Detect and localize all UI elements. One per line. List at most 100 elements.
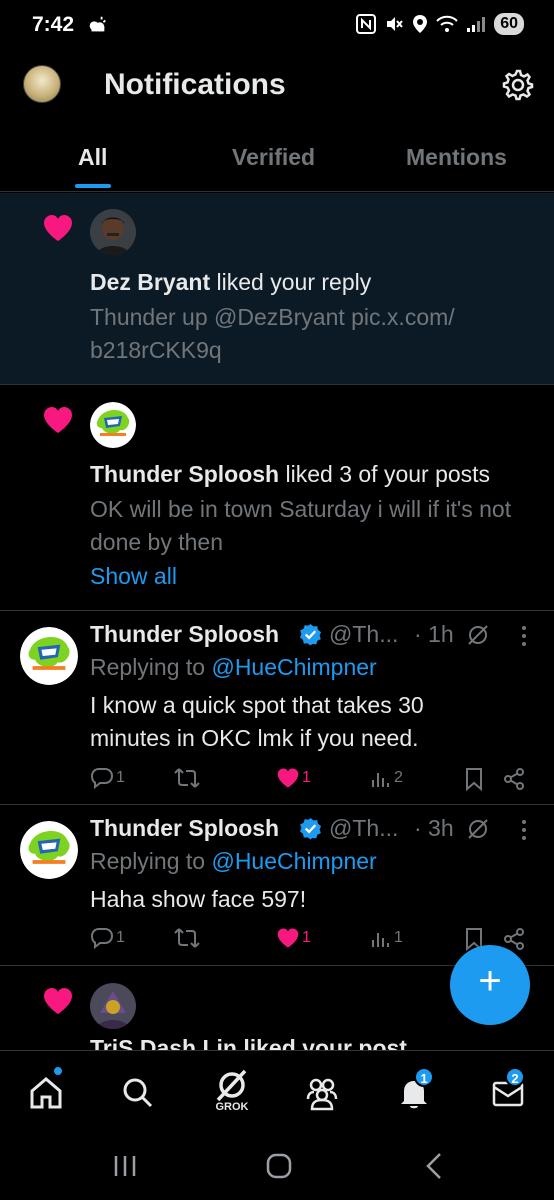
notification-snippet: OK will be in town Saturday i will if it…: [90, 496, 512, 555]
nfc-icon: [356, 14, 377, 34]
bookmark-icon[interactable]: [464, 767, 484, 791]
grok-icon[interactable]: [466, 817, 490, 841]
repost-icon: [174, 928, 200, 948]
repost-button[interactable]: [174, 767, 202, 789]
tab-verified[interactable]: Verified: [232, 144, 315, 171]
reply-count: 1: [116, 769, 125, 786]
more-options-icon[interactable]: [520, 625, 528, 647]
reply-button[interactable]: 1: [90, 767, 125, 789]
show-all-link[interactable]: Show all: [90, 563, 177, 590]
home-icon[interactable]: [26, 1073, 66, 1113]
search-icon[interactable]: [118, 1073, 158, 1113]
status-time: 7:42: [32, 13, 75, 36]
author-handle[interactable]: @Th...: [329, 621, 398, 648]
mute-icon: [387, 17, 403, 31]
notification-action: liked your reply: [210, 269, 372, 295]
back-icon[interactable]: [424, 1152, 444, 1180]
reply-icon: [90, 768, 114, 789]
notification-text: TriS Dash Lin liked your post: [90, 1035, 407, 1050]
notification-item[interactable]: Dez Bryant liked your reply Thunder up @…: [0, 193, 554, 385]
reply-post[interactable]: Thunder Sploosh @Th... · 1h Replying to …: [0, 611, 554, 805]
notification-item[interactable]: Thunder Sploosh liked 3 of your posts OK…: [0, 385, 554, 611]
more-options-icon[interactable]: [520, 819, 528, 841]
views-button[interactable]: 2: [370, 767, 403, 789]
location-icon: [413, 15, 428, 33]
post-body: Haha show face 597!: [90, 886, 307, 912]
reply-icon: [90, 928, 114, 949]
home-system-icon[interactable]: [266, 1153, 292, 1179]
view-count: 2: [394, 769, 403, 786]
compose-button[interactable]: +: [450, 945, 530, 1025]
okc-logo-icon: [20, 821, 78, 879]
heart-icon: [44, 215, 72, 241]
replying-to-link[interactable]: @HueChimpner: [211, 654, 376, 680]
heart-icon: [277, 928, 299, 948]
bottom-nav: GROK 1 2: [0, 1050, 554, 1132]
user-photo-icon: [90, 209, 136, 255]
communities-icon[interactable]: [302, 1073, 342, 1113]
home-notification-dot: [53, 1066, 63, 1076]
post-body: I know a quick spot that takes 30 minute…: [90, 692, 424, 751]
notification-text: Thunder Sploosh liked 3 of your posts: [90, 458, 530, 490]
messages-badge: 2: [505, 1067, 525, 1087]
notification-user[interactable]: Thunder Sploosh: [90, 461, 279, 487]
grok-icon[interactable]: [466, 623, 490, 647]
post-actions: 1 1 2: [90, 767, 530, 795]
okc-logo-icon: [20, 627, 78, 685]
avatar[interactable]: [23, 65, 61, 103]
avatar[interactable]: [20, 627, 78, 685]
like-button[interactable]: 1: [276, 927, 311, 949]
reply-button[interactable]: 1: [90, 927, 125, 949]
gear-icon[interactable]: [502, 69, 534, 101]
grok-label: GROK: [215, 1101, 249, 1113]
notification-snippet: Thunder up @DezBryant pic.x.com/ b218rCK…: [90, 304, 455, 363]
verified-badge-icon: [299, 623, 322, 646]
avatar[interactable]: [20, 821, 78, 879]
verified-badge-icon: [299, 817, 322, 840]
views-icon: [372, 773, 389, 787]
avatar[interactable]: [90, 209, 136, 255]
replying-prefix: Replying to: [90, 654, 212, 680]
user-photo-icon: [90, 983, 136, 1029]
system-nav-bar: [0, 1132, 554, 1200]
reply-post[interactable]: Thunder Sploosh @Th... · 3h Replying to …: [0, 805, 554, 966]
like-button[interactable]: 1: [276, 767, 311, 789]
post-actions: 1 1 1: [90, 927, 530, 955]
author-handle[interactable]: @Th...: [329, 815, 398, 842]
like-count: 1: [302, 769, 311, 786]
post-time: · 1h: [414, 621, 454, 647]
view-count: 1: [394, 929, 403, 946]
wifi-icon: [436, 15, 458, 32]
repost-button[interactable]: [174, 927, 202, 949]
tab-all[interactable]: All: [78, 144, 107, 171]
tab-mentions[interactable]: Mentions: [406, 144, 507, 171]
plus-icon: +: [478, 959, 502, 1003]
heart-icon: [277, 768, 299, 788]
replying-to: Replying to @HueChimpner: [90, 848, 377, 875]
author-name[interactable]: Thunder Sploosh: [90, 815, 279, 842]
author-name[interactable]: Thunder Sploosh: [90, 621, 279, 648]
reply-count: 1: [116, 929, 125, 946]
heart-icon: [44, 407, 72, 433]
page-title: Notifications: [104, 68, 286, 101]
recent-apps-icon[interactable]: [112, 1154, 138, 1178]
heart-icon: [44, 988, 72, 1014]
avatar[interactable]: [90, 983, 136, 1029]
replying-to-link[interactable]: @HueChimpner: [211, 848, 376, 874]
repost-icon: [174, 768, 200, 788]
status-icons: 60: [356, 13, 524, 35]
post-time: · 3h: [414, 815, 454, 841]
weather-icon: [89, 16, 106, 32]
share-icon[interactable]: [502, 767, 526, 791]
header: Notifications: [0, 56, 554, 116]
views-button[interactable]: 1: [370, 927, 403, 949]
views-icon: [372, 933, 389, 947]
okc-logo-icon: [90, 402, 136, 448]
notification-text: Dez Bryant liked your reply: [90, 266, 530, 298]
notification-user[interactable]: Dez Bryant: [90, 269, 210, 295]
tab-indicator: [75, 184, 111, 188]
battery-indicator: 60: [494, 13, 524, 35]
status-bar: 7:42 60: [0, 0, 554, 52]
notification-action: liked 3 of your posts: [279, 461, 491, 487]
avatar[interactable]: [90, 402, 136, 448]
